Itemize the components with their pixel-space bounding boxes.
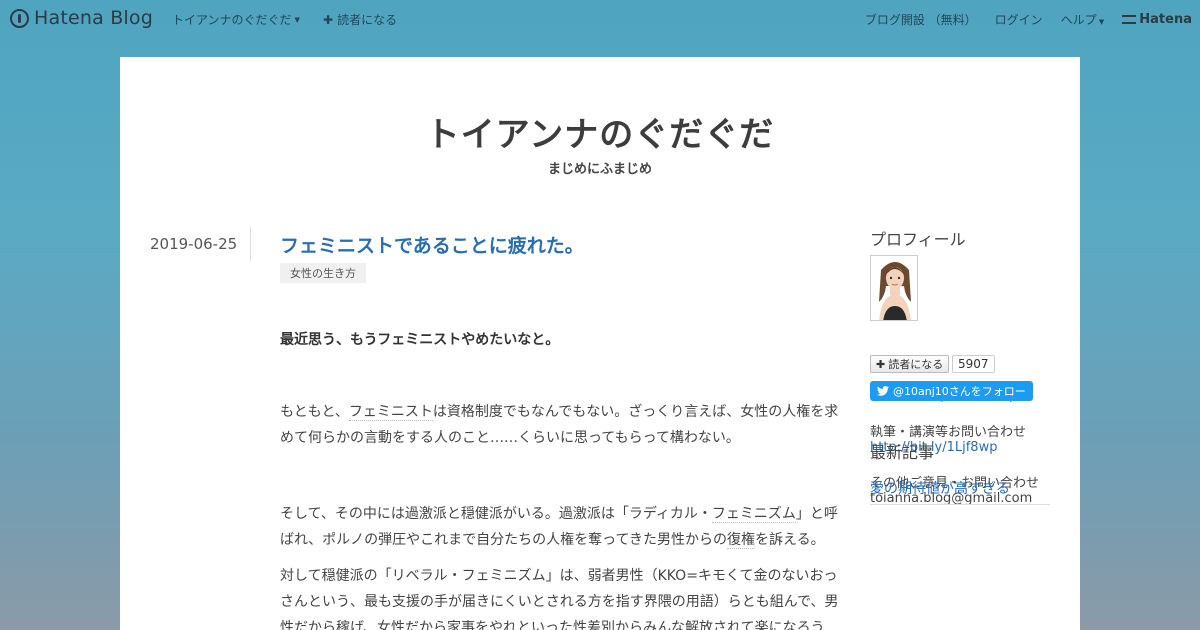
- entry-paragraph: 対して穏健派の「リベラル・フェミニズム」は、弱者男性（KKO=キモくて金のないお…: [280, 568, 839, 630]
- hatena-brand-label: Hatena: [1139, 12, 1192, 27]
- help-menu-label: ヘルプ: [1060, 13, 1097, 27]
- follow-button[interactable]: ✚ 読者になる: [870, 355, 950, 373]
- text: もともと、: [280, 404, 349, 420]
- recent-entry-link[interactable]: 愛の期待値が高すぎる: [870, 478, 1010, 498]
- blog-menu[interactable]: トイアンナのぐだぐだ ▼: [172, 11, 300, 28]
- text: そして、その中には過激派と穏健派がいる。過激派は「ラディカル・: [280, 506, 712, 522]
- entry-category[interactable]: 女性の生き方: [280, 263, 366, 283]
- keyword-link[interactable]: フェミニスト: [348, 404, 433, 421]
- entry-title[interactable]: フェミニストであることに疲れた。: [280, 231, 584, 258]
- hatena-blog-logo-icon: [10, 8, 29, 28]
- chevron-down-icon: ▼: [294, 15, 300, 24]
- global-header: Hatena Blog トイアンナのぐだぐだ ▼ ✚ 読者になる ブログ開設 （…: [0, 0, 1200, 36]
- blog-container: トイアンナのぐだぐだ まじめにふまじめ 2019-06-25 フェミニストである…: [120, 57, 1080, 630]
- blog-title[interactable]: トイアンナのぐだぐだ: [120, 107, 1080, 156]
- text: を訴える。: [755, 532, 825, 548]
- sidebar-widgets: ✚ 読者になる 5907 @10anj10さんをフォロー 最新記事 愛の期待値が…: [870, 225, 1060, 630]
- blog-menu-label: トイアンナのぐだぐだ: [172, 13, 292, 27]
- twitter-bird-icon: [877, 386, 889, 396]
- blog-description: まじめにふまじめ: [547, 162, 652, 177]
- create-blog-link[interactable]: ブログ開設 （無料）: [865, 11, 977, 28]
- recent-entries-heading: 最新記事: [870, 443, 935, 462]
- date-divider: [250, 227, 251, 261]
- follow-link[interactable]: ✚ 読者になる: [323, 11, 397, 28]
- entry-paragraph: もともと、フェミニストは資格制度でもなんでもない。ざっくり言えば、女性の人権を求…: [280, 399, 842, 451]
- hatena-brand-link[interactable]: Hatena: [1122, 12, 1192, 27]
- login-link[interactable]: ログイン: [995, 11, 1043, 28]
- chevron-down-icon: ▼: [1096, 18, 1105, 26]
- recent-divider: [870, 504, 1050, 505]
- entry-date[interactable]: 2019-06-25: [150, 235, 237, 253]
- plus-icon: ✚: [876, 357, 886, 371]
- help-menu[interactable]: ヘルプ ▼: [1061, 11, 1105, 28]
- header-right-menu: ブログ開設 （無料） ログイン ヘルプ ▼ Hatena: [847, 11, 1192, 28]
- follower-count: 5907: [952, 355, 995, 373]
- hatena-menu-icon: [1122, 15, 1137, 24]
- plus-icon: ✚: [323, 12, 334, 27]
- entry-paragraph: そして、その中には過激派と穏健派がいる。過激派は「ラディカル・フェミニズム」と呼…: [280, 501, 842, 553]
- entry-lead: 最近思う、もうフェミニストやめたいなと。: [280, 332, 560, 348]
- twitter-follow-button[interactable]: @10anj10さんをフォロー: [870, 381, 1033, 401]
- keyword-link[interactable]: 復権: [727, 532, 756, 549]
- follow-button-label: 読者になる: [888, 358, 944, 371]
- twitter-follow-label: @10anj10さんをフォロー: [893, 385, 1026, 398]
- keyword-link[interactable]: フェミニズム: [711, 506, 796, 523]
- logo-text: Hatena Blog: [34, 7, 153, 29]
- hatena-blog-logo[interactable]: Hatena Blog: [10, 7, 153, 29]
- follow-link-label: 読者になる: [337, 13, 398, 27]
